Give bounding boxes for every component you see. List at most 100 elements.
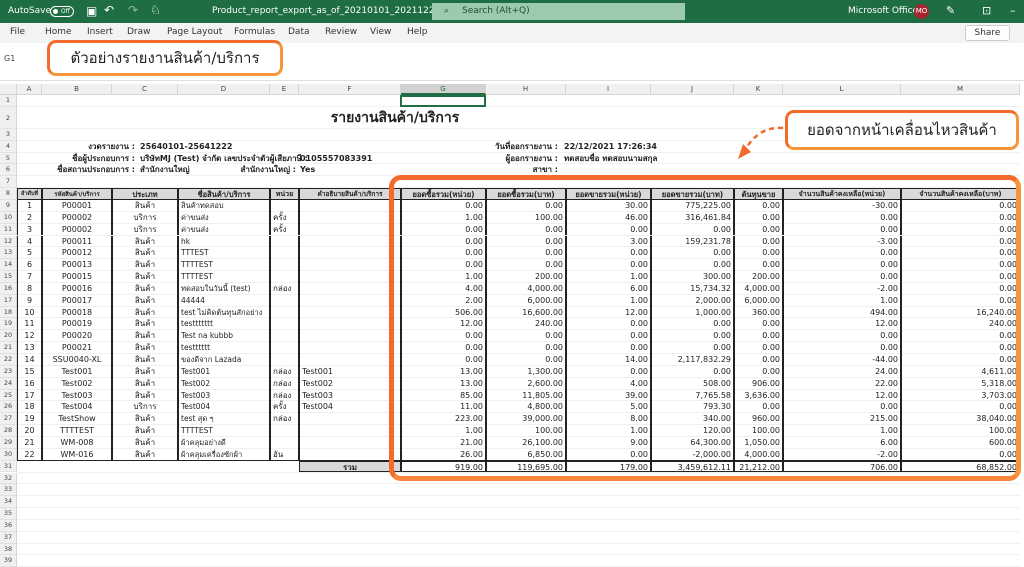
row-header[interactable]: 32	[0, 472, 17, 485]
table-cell: สินค้า	[112, 235, 178, 248]
row-header[interactable]: 15	[0, 271, 17, 283]
row-header[interactable]: 8	[0, 188, 17, 200]
row-header[interactable]: 28	[0, 425, 17, 437]
row-header[interactable]: 26	[0, 401, 17, 414]
column-header-l[interactable]: L	[783, 84, 901, 95]
row-header[interactable]: 5	[0, 152, 17, 165]
row-header[interactable]: 36	[0, 519, 17, 532]
table-cell	[299, 259, 401, 272]
table-cell	[299, 436, 401, 449]
save-icon[interactable]: ▣	[86, 4, 97, 18]
column-header-g[interactable]: G	[401, 84, 486, 95]
row-header[interactable]: 37	[0, 531, 17, 544]
table-cell: P00002	[42, 211, 112, 224]
tab-review[interactable]: Review	[325, 27, 357, 37]
table-cell: Test002	[42, 377, 112, 390]
table-cell: testttttt	[178, 342, 270, 354]
tab-home[interactable]: Home	[45, 27, 72, 37]
row-header[interactable]: 2	[0, 106, 17, 129]
row-header[interactable]: 4	[0, 140, 17, 153]
column-header-m[interactable]: M	[901, 84, 1020, 95]
touch-mode-icon[interactable]: ♘	[150, 3, 161, 17]
avatar[interactable]: MO	[914, 4, 929, 19]
row-header[interactable]: 7	[0, 176, 17, 189]
row-header[interactable]: 30	[0, 448, 17, 461]
row-header[interactable]: 11	[0, 223, 17, 236]
column-header-b[interactable]: B	[42, 84, 112, 95]
row-header[interactable]: 19	[0, 318, 17, 331]
table-cell: P00002	[42, 223, 112, 236]
row-header[interactable]: 27	[0, 413, 17, 426]
row-header[interactable]: 18	[0, 306, 17, 319]
column-header-f[interactable]: F	[299, 84, 401, 95]
table-cell: Test003	[42, 389, 112, 402]
row-header[interactable]: 25	[0, 389, 17, 402]
row-header[interactable]: 10	[0, 211, 17, 224]
row-header[interactable]: 12	[0, 235, 17, 248]
table-cell	[270, 294, 299, 307]
column-header-k[interactable]: K	[734, 84, 783, 95]
row-header[interactable]: 34	[0, 496, 17, 509]
column-header-d[interactable]: D	[178, 84, 270, 95]
row-header[interactable]: 35	[0, 508, 17, 520]
minimize-icon[interactable]: –	[1010, 4, 1016, 17]
tab-file[interactable]: File	[10, 27, 25, 37]
tab-view[interactable]: View	[370, 27, 391, 37]
column-header-i[interactable]: I	[566, 84, 651, 95]
row-header[interactable]: 22	[0, 354, 17, 366]
table-cell: 2	[17, 211, 42, 224]
selected-cell[interactable]	[400, 95, 486, 107]
report-date-label: วันที่ออกรายงาน :	[494, 141, 558, 151]
undo-icon[interactable]: ↶	[104, 3, 114, 17]
row-header[interactable]: 16	[0, 282, 17, 295]
column-header-a[interactable]: A	[17, 84, 42, 95]
tax-id-value: 0105557083391	[300, 153, 373, 163]
row-header[interactable]: 31	[0, 460, 17, 473]
title-bar: AutoSave Off ▣ ↶ ↷ ♘ Product_report_expo…	[0, 0, 1024, 23]
column-header-c[interactable]: C	[112, 84, 178, 95]
select-all-corner[interactable]	[0, 84, 17, 95]
table-cell: 9	[17, 294, 42, 307]
share-button[interactable]: Share	[965, 25, 1010, 41]
table-cell: สินค้า	[112, 282, 178, 295]
tab-page-layout[interactable]: Page Layout	[167, 27, 222, 37]
row-header[interactable]: 9	[0, 199, 17, 212]
tab-formulas[interactable]: Formulas	[234, 27, 275, 37]
row-header[interactable]: 14	[0, 259, 17, 272]
row-header[interactable]: 13	[0, 247, 17, 260]
row-header[interactable]: 3	[0, 128, 17, 141]
autosave-toggle[interactable]: Off	[50, 6, 74, 17]
column-header-e[interactable]: E	[270, 84, 299, 95]
row-header[interactable]: 24	[0, 377, 17, 390]
column-header-h[interactable]: H	[486, 84, 566, 95]
row-header[interactable]: 33	[0, 484, 17, 497]
column-header-j[interactable]: J	[651, 84, 734, 95]
tab-draw[interactable]: Draw	[127, 27, 151, 37]
tab-insert[interactable]: Insert	[87, 27, 113, 37]
name-box[interactable]: G1	[4, 51, 44, 67]
tab-help[interactable]: Help	[407, 27, 428, 37]
row-header[interactable]: 39	[0, 555, 17, 567]
row-header[interactable]: 20	[0, 330, 17, 343]
row-header[interactable]: 29	[0, 436, 17, 449]
ribbon-display-icon[interactable]: ⊡	[982, 4, 991, 17]
table-cell: สินค้า	[112, 365, 178, 378]
column-heading: หน่วย	[270, 188, 299, 200]
table-cell	[270, 425, 299, 437]
gridline	[17, 542, 1020, 544]
table-cell: Test004	[299, 401, 401, 414]
pen-icon[interactable]: ✎	[946, 4, 955, 17]
row-header[interactable]: 21	[0, 342, 17, 354]
branch-value: สำนักงานใหญ่	[140, 165, 190, 175]
row-header[interactable]: 38	[0, 543, 17, 556]
row-header[interactable]: 6	[0, 164, 17, 177]
row-header[interactable]: 1	[0, 95, 17, 107]
table-cell: 15	[17, 365, 42, 378]
tab-data[interactable]: Data	[288, 27, 310, 37]
table-cell	[299, 342, 401, 354]
table-cell: บริการ	[112, 211, 178, 224]
row-header[interactable]: 23	[0, 365, 17, 378]
redo-icon[interactable]: ↷	[128, 3, 138, 17]
search-box[interactable]: ⌕ Search (Alt+Q)	[432, 3, 685, 20]
row-header[interactable]: 17	[0, 294, 17, 307]
